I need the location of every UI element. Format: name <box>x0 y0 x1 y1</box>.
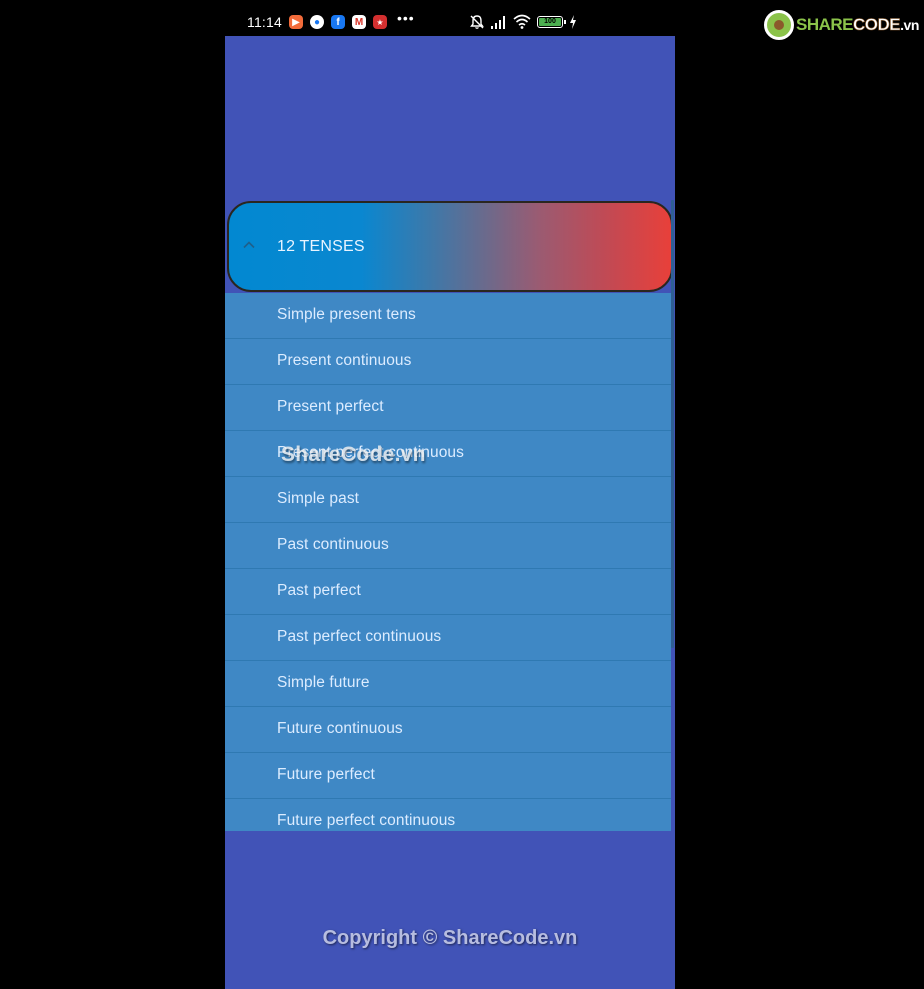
list-item-label: Past perfect <box>277 582 361 599</box>
copyright-text: Copyright © ShareCode.vn <box>322 927 578 949</box>
battery-level: 100 <box>539 18 561 26</box>
chevron-up-icon[interactable] <box>241 237 257 253</box>
list-item-simple-present[interactable]: Simple present tens <box>225 293 671 339</box>
battery-icon: 100 <box>537 16 563 28</box>
list-item-past-perfect[interactable]: Past perfect <box>225 569 671 615</box>
video-call-app-icon: ▶ <box>289 15 303 29</box>
tenses-list: Simple present tens Present continuous P… <box>225 293 671 831</box>
gmail-app-icon: M <box>352 15 366 29</box>
recycle-logo-icon <box>764 10 794 40</box>
list-item-label: Future continuous <box>277 720 403 737</box>
list-item-present-continuous[interactable]: Present continuous <box>225 339 671 385</box>
list-item-simple-past[interactable]: Simple past <box>225 477 671 523</box>
signal-icon <box>491 16 505 29</box>
facebook-app-icon: f <box>331 15 345 29</box>
list-item-label: Simple future <box>277 674 370 691</box>
list-item-present-perfect[interactable]: Present perfect <box>225 385 671 431</box>
list-item-future-perfect-continuous[interactable]: Future perfect continuous <box>225 799 671 831</box>
list-item-past-perfect-continuous[interactable]: Past perfect continuous <box>225 615 671 661</box>
list-scrollbar[interactable] <box>671 200 674 648</box>
list-item-label: Simple past <box>277 490 360 507</box>
sharecode-logo: SHARECODE.vn <box>764 10 919 40</box>
list-item-label: Past continuous <box>277 536 389 553</box>
wifi-icon <box>513 14 531 29</box>
status-bar: 11:14 ▶ ● f M ★ ••• 100 <box>225 0 675 36</box>
list-item-past-continuous[interactable]: Past continuous <box>225 523 671 569</box>
more-notifications-icon: ••• <box>397 10 415 26</box>
list-item-label: Simple present tens <box>277 306 416 323</box>
list-item-label: Present continuous <box>277 352 412 369</box>
news-app-icon: ★ <box>373 15 387 29</box>
list-item-simple-future[interactable]: Simple future <box>225 661 671 707</box>
list-item-future-continuous[interactable]: Future continuous <box>225 707 671 753</box>
watermark-text: ShareCode.vn <box>281 443 426 466</box>
list-item-label: Future perfect continuous <box>277 812 456 829</box>
charging-icon <box>570 15 576 29</box>
list-item-label: Future perfect <box>277 766 375 783</box>
silent-bell-icon <box>470 15 484 29</box>
tenses-accordion-header[interactable]: 12 TENSES <box>227 201 673 292</box>
status-time: 11:14 <box>247 14 282 30</box>
app-screen: 12 TENSES Simple present tens Present co… <box>225 36 675 989</box>
list-item-label: Past perfect continuous <box>277 628 442 645</box>
messenger-app-icon: ● <box>310 15 324 29</box>
logo-text: SHARECODE.vn <box>796 15 919 35</box>
list-item-future-perfect[interactable]: Future perfect <box>225 753 671 799</box>
accordion-title: 12 TENSES <box>277 238 365 255</box>
list-item-label: Present perfect <box>277 398 384 415</box>
battery-tip <box>564 20 566 24</box>
